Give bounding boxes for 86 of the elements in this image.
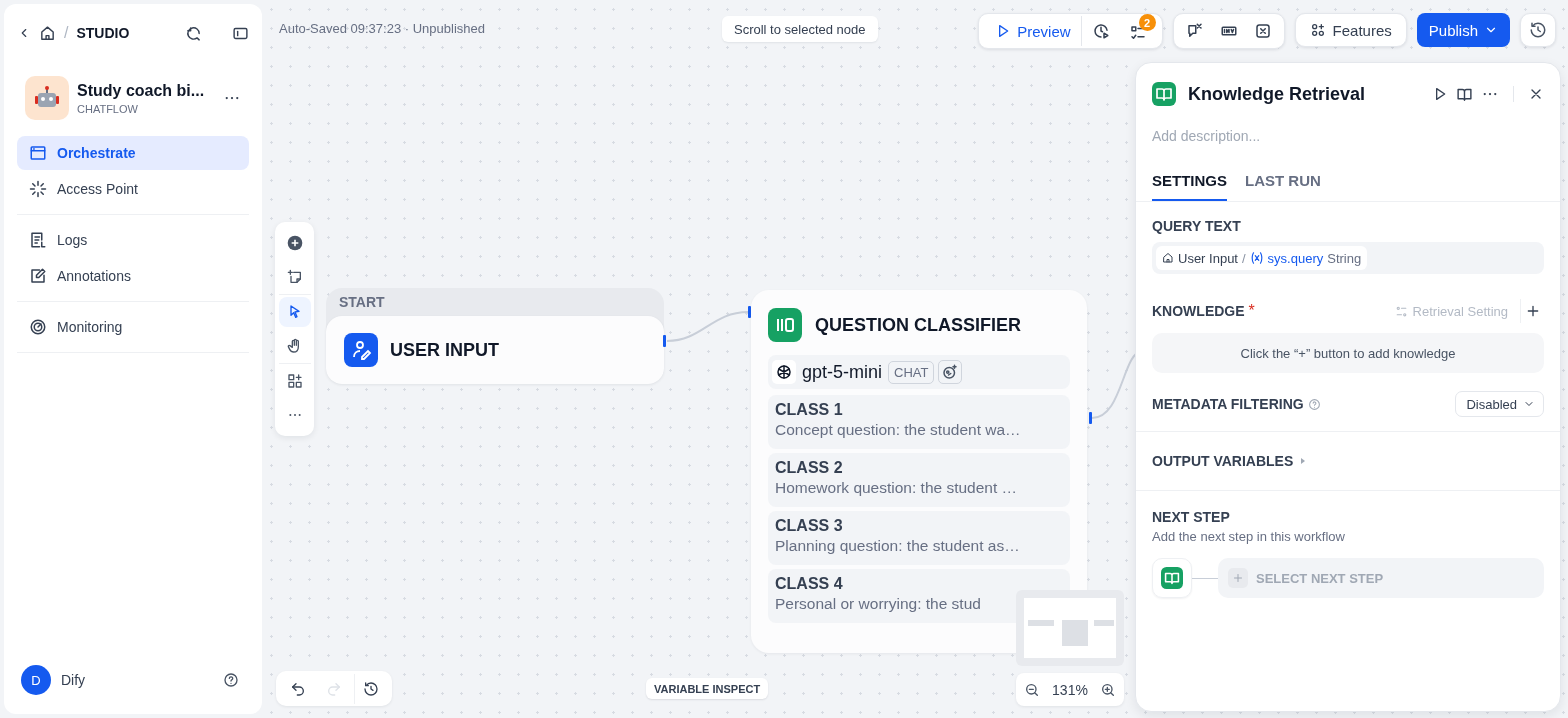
variable-icon [1249,251,1264,265]
class-name: CLASS 1 [775,401,844,419]
classifier-node[interactable]: QUESTION CLASSIFIER gpt-5-mini CHAT CLASS 1 Concept question: the student wa… CLASS 2 Homework question: the student … CLASS 3 Planning question: the student as… CLASS 4 Personal or worrying: the stud [751,290,1087,653]
scroll-hint[interactable]: Scroll to selected node [722,16,878,42]
user-avatar[interactable]: D [21,665,51,695]
model-tag: CHAT [888,360,935,384]
class-description: Personal or worrying: the stud [775,595,982,613]
shapes-icon[interactable] [1309,22,1326,38]
book-icon [1152,82,1176,106]
panel-tab[interactable]: LAST RUN [1245,172,1321,201]
gauge-icon [29,318,47,336]
section-label: QUERY TEXT [1152,218,1242,234]
nav-item[interactable]: Access Point [17,172,249,206]
panel-title: Knowledge Retrieval [1188,83,1366,105]
publish-button[interactable]: Publish [1416,13,1510,47]
node-title: QUESTION CLASSIFIER [815,314,1021,336]
chat-variable-icon[interactable] [1185,22,1204,40]
features-button[interactable]: Features [1294,13,1407,47]
class-description: Homework question: the student … [775,479,1019,497]
class-name: CLASS 3 [775,517,844,535]
version-history-button[interactable] [1520,13,1556,47]
variable-source: User Input [1178,250,1238,266]
model-name: gpt-5-mini [802,361,883,383]
variable-type: String [1327,250,1362,266]
class-description: Planning question: the student as… [775,537,1021,555]
connection-handle[interactable] [1089,412,1092,424]
node-title: USER INPUT [390,339,499,361]
output-variables-toggle[interactable]: OUTPUT VARIABLES [1136,432,1324,490]
class-name: CLASS 2 [775,459,844,477]
classifier-icon [768,308,802,342]
panel-tab[interactable]: SETTINGS [1152,172,1227,201]
nav-item[interactable]: Annotations [17,259,249,293]
variable-icon[interactable] [1253,22,1272,40]
user-edit-icon [344,333,378,367]
vision-icon [941,363,960,381]
robot-avatar [25,76,69,120]
plus-icon [1232,572,1244,584]
section-label: KNOWLEDGE [1152,303,1245,319]
variable-inspect-button[interactable]: VARIABLE INSPECT [646,678,769,699]
note-edit-icon [29,267,47,285]
app-name: Study coach bi... [77,81,205,100]
connection-handle[interactable] [663,335,666,347]
sparkle-icon [29,180,47,198]
window-icon [29,144,47,162]
home-icon[interactable] [39,24,56,42]
nav-item[interactable]: Orchestrate [17,136,249,170]
add-icon[interactable] [286,235,303,251]
zoom-in-icon[interactable] [1100,681,1117,698]
help-icon [1307,397,1321,411]
metadata-dropdown[interactable]: Disabled [1455,391,1544,417]
undo-icon[interactable] [290,680,306,697]
zoom-out-icon[interactable] [1023,681,1040,698]
node-header: START [338,294,386,312]
history-icon[interactable] [1529,21,1547,39]
sticky-note-icon[interactable] [286,269,303,285]
nav-item[interactable]: Monitoring [17,310,249,344]
section-label: NEXT STEP [1152,509,1231,525]
zoom-level[interactable]: 131% [1052,681,1088,698]
breadcrumb-separator: / [64,24,69,42]
app-type: CHATFLOW [77,102,139,115]
class-description: Concept question: the student wa… [775,421,1022,439]
knowledge-empty-state: Click the “+” button to add knowledge [1152,333,1544,373]
help-icon[interactable] [223,672,239,688]
nav-item[interactable]: Logs [17,223,249,257]
query-variable-field[interactable]: User Input / sys.query String [1152,242,1544,274]
home-icon [1162,252,1174,264]
history-icon[interactable] [362,680,379,697]
clock-play-icon[interactable] [1091,22,1110,40]
variable-name: sys.query [1267,250,1324,266]
required-mark: * [1248,302,1255,320]
grid-add-icon[interactable] [286,373,303,389]
connection-handle[interactable] [748,306,751,318]
user-name: Dify [61,672,86,688]
tool-button[interactable] [278,297,311,327]
preview-button[interactable]: Preview [985,16,1082,46]
autosave-status: Auto-Saved 09:37:23 · Unpublished [279,21,485,36]
notification-badge: 2 [1138,14,1156,31]
start-node[interactable]: START USER INPUT [326,288,664,384]
refresh-chat-icon[interactable] [185,24,202,42]
document-icon [29,231,47,249]
book-icon [1161,567,1183,589]
section-hint: Add the next step in this workflow [1152,529,1346,544]
section-label: METADATA FILTERING [1152,396,1304,412]
class-name: CLASS 4 [775,575,844,593]
path-separator: / [1242,250,1246,266]
breadcrumb-title[interactable]: STUDIO [76,25,130,41]
